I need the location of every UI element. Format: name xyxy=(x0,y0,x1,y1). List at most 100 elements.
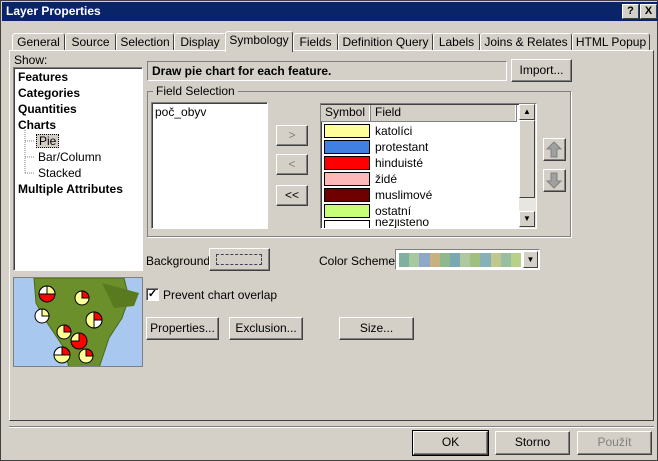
symbol-swatch[interactable] xyxy=(324,124,370,138)
close-button[interactable]: X xyxy=(640,4,657,19)
ok-button[interactable]: OK xyxy=(412,430,489,456)
tab-html-popup[interactable]: HTML Popup xyxy=(572,33,650,51)
tab-definition-query[interactable]: Definition Query xyxy=(338,33,433,51)
move-all-left-button[interactable]: << xyxy=(276,185,308,206)
color-scheme-swatch xyxy=(460,253,471,267)
field-name: protestant xyxy=(375,140,429,154)
move-down-button[interactable] xyxy=(543,169,566,192)
footer-separator xyxy=(9,426,654,428)
arrow-down-icon xyxy=(545,172,563,189)
tab-source[interactable]: Source xyxy=(65,33,116,51)
symbol-swatch[interactable] xyxy=(324,188,370,202)
table-row[interactable]: hinduisté xyxy=(322,155,518,171)
column-header-field[interactable]: Field xyxy=(371,105,517,121)
show-label: Show: xyxy=(14,53,48,67)
color-scheme-ramp xyxy=(399,253,522,267)
table-row[interactable]: muslimové xyxy=(322,187,518,203)
help-button[interactable]: ? xyxy=(622,4,639,19)
import-button[interactable]: Import... xyxy=(511,59,572,82)
available-fields-list: poč_obyv xyxy=(151,102,268,229)
apply-button[interactable]: Použít xyxy=(577,431,652,455)
tree-item-pie[interactable]: Pie xyxy=(36,134,60,148)
color-scheme-swatch xyxy=(449,253,461,267)
table-row[interactable]: nezjištěno xyxy=(322,219,518,228)
tab-selection[interactable]: Selection xyxy=(116,33,174,51)
scroll-thumb[interactable] xyxy=(519,120,535,198)
pie-symbol xyxy=(34,308,50,324)
move-right-button[interactable]: > xyxy=(276,125,308,146)
size-button[interactable]: Size... xyxy=(339,317,414,340)
tree-item-stacked[interactable]: Stacked xyxy=(38,166,81,180)
field-name: židé xyxy=(375,172,398,186)
window-title: Layer Properties xyxy=(6,4,101,18)
tab-labels[interactable]: Labels xyxy=(433,33,480,51)
symbol-swatch[interactable] xyxy=(324,204,370,218)
table-row[interactable]: židé xyxy=(322,171,518,187)
color-scheme-swatch xyxy=(510,253,522,267)
title-bar: Layer Properties ? X xyxy=(2,2,658,21)
field-selection-legend: Field Selection xyxy=(153,84,238,98)
table-header: Symbol Field xyxy=(321,105,517,122)
pie-symbol xyxy=(53,346,71,364)
tree-item-multiple-attributes[interactable]: Multiple Attributes xyxy=(18,182,123,196)
color-scheme-swatch xyxy=(470,253,481,267)
pie-map-illustration xyxy=(33,278,139,366)
symbol-swatch[interactable] xyxy=(324,172,370,186)
table-scrollbar[interactable]: ▲ ▼ xyxy=(519,104,536,228)
field-name: katolíci xyxy=(375,124,413,138)
color-scheme-dropdown[interactable]: ▼ xyxy=(395,249,540,270)
tab-symbology[interactable]: Symbology xyxy=(225,31,293,52)
scroll-up-arrow-icon[interactable]: ▲ xyxy=(519,104,535,120)
cancel-button[interactable]: Storno xyxy=(495,431,570,455)
color-scheme-swatch xyxy=(490,253,501,267)
arrow-up-icon xyxy=(545,141,563,158)
color-scheme-swatch xyxy=(409,253,420,267)
background-symbol-swatch xyxy=(216,254,262,265)
tree-item-categories[interactable]: Categories xyxy=(18,86,80,100)
prevent-overlap-checkbox[interactable]: ✓ xyxy=(146,288,159,301)
table-row[interactable]: protestant xyxy=(322,139,518,155)
legend-preview-image xyxy=(13,277,143,367)
tab-fields[interactable]: Fields xyxy=(293,33,338,51)
scroll-down-arrow-icon[interactable]: ▼ xyxy=(519,211,535,227)
tab-strip: General Source Selection Display Symbolo… xyxy=(9,31,654,52)
exclusion-button[interactable]: Exclusion... xyxy=(229,317,303,340)
properties-button[interactable]: Properties... xyxy=(146,317,219,340)
symbol-swatch[interactable] xyxy=(324,140,370,154)
tree-item-features[interactable]: Features xyxy=(18,70,68,84)
layer-properties-dialog: Layer Properties ? X General Source Sele… xyxy=(0,0,658,461)
tree-item-bar-column[interactable]: Bar/Column xyxy=(38,150,101,164)
color-scheme-swatch xyxy=(399,253,410,267)
tree-lines xyxy=(24,130,35,174)
tab-general[interactable]: General xyxy=(12,33,65,51)
table-row[interactable]: katolíci xyxy=(322,123,518,139)
pie-symbol xyxy=(85,311,103,329)
color-scheme-swatch xyxy=(429,253,440,267)
field-name: ostatní xyxy=(375,204,412,218)
color-scheme-swatch xyxy=(419,253,430,267)
background-symbol-button[interactable] xyxy=(209,248,270,271)
background-label: Background xyxy=(146,254,211,268)
pie-symbol xyxy=(74,290,90,306)
pie-symbol xyxy=(78,348,94,364)
pie-symbol xyxy=(56,324,72,340)
move-left-button[interactable]: < xyxy=(276,154,308,175)
field-name: muslimové xyxy=(375,188,433,202)
prevent-overlap-label: Prevent chart overlap xyxy=(163,288,278,302)
table-row[interactable]: ostatní xyxy=(322,203,518,219)
available-field-item[interactable]: poč_obyv xyxy=(155,105,206,119)
chevron-down-icon[interactable]: ▼ xyxy=(523,251,538,268)
pie-symbol xyxy=(70,332,88,350)
column-header-symbol[interactable]: Symbol xyxy=(321,105,371,121)
renderer-description: Draw pie chart for each feature. xyxy=(147,61,507,81)
color-scheme-swatch xyxy=(439,253,450,267)
symbol-swatch[interactable] xyxy=(324,220,370,228)
tree-item-quantities[interactable]: Quantities xyxy=(18,102,77,116)
symbol-swatch[interactable] xyxy=(324,156,370,170)
tab-display[interactable]: Display xyxy=(174,33,226,51)
color-scheme-label: Color Scheme xyxy=(319,254,396,268)
color-scheme-swatch xyxy=(500,253,511,267)
tab-joins-relates[interactable]: Joins & Relates xyxy=(480,33,572,51)
pie-symbol xyxy=(38,285,56,303)
move-up-button[interactable] xyxy=(543,138,566,161)
